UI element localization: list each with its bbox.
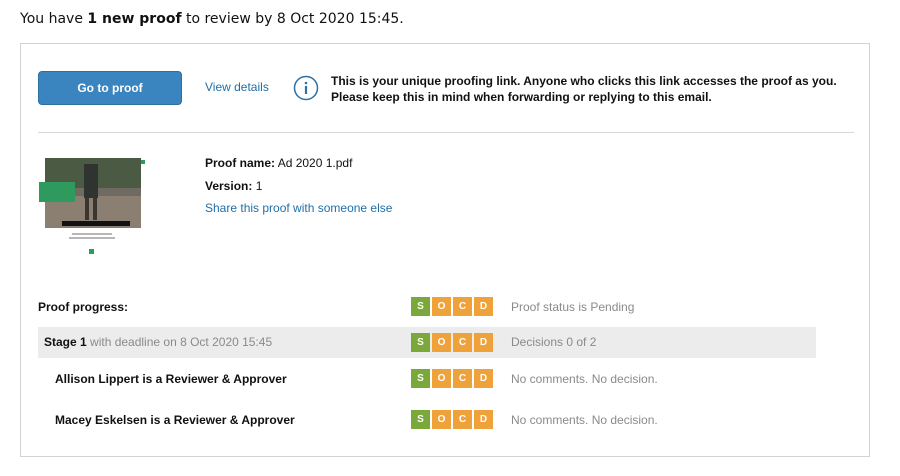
badge-c: C [453,410,472,429]
progress-badges: S O C D [411,297,493,316]
badge-c: C [453,333,472,352]
divider [38,132,854,133]
stage-status: Decisions 0 of 2 [511,335,597,349]
info-line-1: This is your unique proofing link. Anyon… [331,74,837,88]
stage-badges: S O C D [411,333,493,352]
stage-label: Stage 1 with deadline on 8 Oct 2020 15:4… [44,335,272,349]
info-message: This is your unique proofing link. Anyon… [331,73,851,105]
proof-thumbnail[interactable] [36,158,148,262]
stage-deadline: with deadline on 8 Oct 2020 15:45 [86,335,273,349]
proof-name-label: Proof name: [205,156,276,170]
proof-name-row: Proof name: Ad 2020 1.pdf [205,156,352,170]
badge-c: C [453,297,472,316]
badge-d: D [474,333,493,352]
info-line-2: Please keep this in mind when forwarding… [331,90,712,104]
proof-card: Go to proof View details This is your un… [20,43,870,457]
info-icon [293,75,319,101]
badge-d: D [474,369,493,388]
reviewer-status: No comments. No decision. [511,372,658,386]
proof-name-value: Ad 2020 1.pdf [277,156,353,170]
badge-d: D [474,410,493,429]
stage-title: Stage 1 [44,335,87,349]
reviewer-status: No comments. No decision. [511,413,658,427]
badge-o: O [432,333,451,352]
share-proof-link[interactable]: Share this proof with someone else [205,201,392,215]
intro-text: You have 1 new proof to review by 8 Oct … [20,9,404,29]
badge-o: O [432,410,451,429]
badge-c: C [453,369,472,388]
badge-s: S [411,333,430,352]
badge-d: D [474,297,493,316]
version-value: 1 [255,179,263,193]
reviewer-badges: S O C D [411,369,493,388]
version-label: Version: [205,179,253,193]
badge-s: S [411,297,430,316]
intro-suffix: to review by 8 Oct 2020 15:45. [181,11,404,27]
badge-o: O [432,369,451,388]
view-details-link[interactable]: View details [205,80,269,94]
badge-s: S [411,369,430,388]
reviewer-badges: S O C D [411,410,493,429]
reviewer-label: Macey Eskelsen is a Reviewer & Approver [55,413,295,427]
intro-highlight: 1 new proof [87,11,182,27]
badge-o: O [432,297,451,316]
proof-progress-label: Proof progress: [38,300,129,314]
badge-s: S [411,410,430,429]
go-to-proof-button[interactable]: Go to proof [38,71,182,105]
version-row: Version: 1 [205,179,262,193]
intro-prefix: You have [20,11,88,27]
proof-status: Proof status is Pending [511,300,635,314]
reviewer-label: Allison Lippert is a Reviewer & Approver [55,372,287,386]
